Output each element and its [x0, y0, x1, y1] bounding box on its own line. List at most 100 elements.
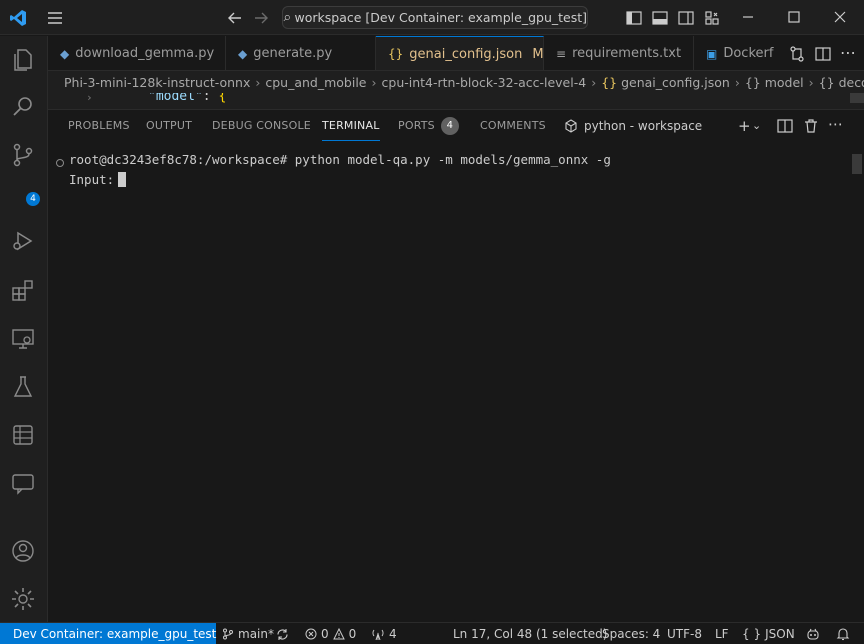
breadcrumb-item[interactable]: cpu_and_mobile — [265, 75, 366, 90]
text-file-icon: ≡ — [556, 46, 567, 61]
command-center-search[interactable]: workspace [Dev Container: example_gpu_te… — [282, 6, 588, 29]
toggle-panel-icon[interactable] — [651, 9, 669, 27]
cursor-position[interactable]: Ln 17, Col 48 (1 selected) — [453, 623, 607, 644]
toggle-secondary-sidebar-icon[interactable] — [677, 9, 695, 27]
tab-ports[interactable]: PORTS 4 — [398, 110, 459, 142]
containers-icon[interactable] — [10, 422, 36, 448]
indentation[interactable]: Spaces: 4 — [602, 623, 660, 644]
language-mode[interactable]: { } JSON — [742, 623, 795, 644]
run-and-debug-icon[interactable] — [10, 228, 36, 254]
forward-arrow-icon[interactable] — [252, 9, 270, 27]
editor-tabs: ◆ download_gemma.py ◆ generate.py {} gen… — [48, 36, 864, 71]
terminal-scrollbar[interactable] — [852, 154, 862, 174]
extensions-icon[interactable] — [10, 278, 36, 304]
tab-ports-label: PORTS — [398, 119, 435, 132]
tab-terminal[interactable]: TERMINAL — [322, 111, 380, 141]
toggle-primary-sidebar-icon[interactable] — [625, 9, 643, 27]
fold-chevron-icon[interactable]: › — [86, 93, 93, 104]
hamburger-menu-icon[interactable] — [46, 9, 64, 27]
modified-indicator: M — [532, 46, 544, 62]
tab-problems[interactable]: PROBLEMS — [68, 110, 130, 142]
problems-indicator[interactable]: 0 0 — [305, 623, 356, 644]
git-branch-icon — [223, 628, 233, 640]
tab-dockerfile[interactable]: ▣ Dockerf — [694, 36, 794, 70]
chat-icon[interactable] — [10, 470, 36, 496]
tab-generate[interactable]: ◆ generate.py — [226, 36, 376, 70]
tab-requirements[interactable]: ≡ requirements.txt — [544, 36, 694, 70]
minimap[interactable] — [850, 93, 864, 103]
radio-tower-icon — [372, 629, 384, 640]
close-window-icon[interactable] — [830, 7, 850, 27]
terminal-cube-icon — [565, 119, 577, 133]
search-icon[interactable] — [10, 94, 36, 120]
editor-area[interactable]: › "model": { — [48, 93, 864, 109]
tab-comments[interactable]: COMMENTS — [480, 110, 546, 142]
terminal-prompt: Input: — [69, 172, 115, 187]
tab-output[interactable]: OUTPUT — [146, 110, 192, 142]
remote-indicator[interactable]: Dev Container: example_gpu_test — [0, 623, 216, 644]
accounts-icon[interactable] — [10, 538, 36, 564]
chevron-right-icon: › — [734, 74, 740, 90]
trash-icon[interactable] — [802, 117, 820, 135]
breadcrumb-item[interactable]: model — [765, 75, 804, 90]
chevron-right-icon: › — [255, 74, 261, 90]
status-bar: Dev Container: example_gpu_test main* 0 … — [0, 622, 864, 644]
split-editor-icon[interactable] — [814, 45, 832, 63]
more-actions-icon[interactable]: ⋯ — [828, 115, 843, 133]
end-of-line[interactable]: LF — [715, 623, 729, 644]
manage-gear-icon[interactable] — [10, 586, 36, 612]
terminal-selector[interactable]: python - workspace — [564, 117, 702, 135]
language-label: JSON — [765, 627, 795, 641]
terminal-output[interactable]: root@dc3243ef8c78:/workspace# python mod… — [48, 150, 864, 620]
more-actions-icon[interactable]: ⋯ — [840, 43, 856, 62]
encoding[interactable]: UTF-8 — [667, 623, 702, 644]
error-icon — [305, 628, 317, 640]
terminal-cursor — [118, 172, 127, 187]
notifications-bell-icon[interactable] — [836, 627, 850, 641]
remote-explorer-icon[interactable] — [10, 326, 36, 352]
tab-label: genai_config.json — [409, 46, 523, 62]
source-control-icon[interactable] — [10, 142, 36, 168]
chevron-down-icon[interactable]: ⌄ — [752, 116, 761, 136]
back-arrow-icon[interactable] — [226, 9, 244, 27]
tab-debug-console[interactable]: DEBUG CONSOLE — [212, 110, 311, 142]
minimize-icon[interactable] — [738, 7, 758, 27]
breadcrumb-item[interactable]: cpu-int4-rtn-block-32-acc-level-4 — [382, 75, 587, 90]
remote-label: Dev Container: example_gpu_test — [13, 627, 217, 641]
tab-genai-config[interactable]: {} genai_config.json M ✕ — [376, 36, 566, 70]
terminal-line-input: Input: — [69, 172, 127, 187]
breadcrumb: Phi-3-mini-128k-instruct-onnx › cpu_and_… — [48, 71, 864, 93]
code-line: "model": { — [148, 93, 226, 104]
split-terminal-icon[interactable] — [776, 117, 794, 135]
json-braces-icon: { } — [742, 627, 762, 641]
json-file-icon: {} — [601, 74, 618, 90]
terminal-name: python - workspace — [584, 119, 703, 133]
chevron-right-icon: › — [591, 74, 597, 90]
explorer-icon[interactable] — [10, 46, 36, 72]
command-decoration-icon — [56, 159, 64, 167]
sync-indicator[interactable] — [276, 623, 289, 644]
warning-count: 0 — [348, 627, 357, 641]
branch-indicator[interactable]: main* — [222, 623, 274, 644]
ports-indicator[interactable]: 4 — [371, 623, 397, 644]
command-center-label: workspace [Dev Container: example_gpu_te… — [294, 10, 587, 25]
tab-download-gemma[interactable]: ◆ download_gemma.py — [48, 36, 226, 70]
breadcrumb-item[interactable]: Phi-3-mini-128k-instruct-onnx — [64, 75, 250, 90]
sync-icon — [277, 628, 288, 640]
testing-flask-icon[interactable] — [10, 374, 36, 400]
docker-file-icon: ▣ — [706, 46, 718, 61]
json-brace: { — [218, 93, 227, 104]
breadcrumb-item[interactable]: decoder — [839, 75, 864, 90]
branch-label: main* — [238, 627, 274, 641]
python-file-icon: ◆ — [238, 46, 248, 61]
compare-changes-icon[interactable] — [788, 45, 806, 63]
ports-count: 4 — [389, 627, 397, 641]
chevron-right-icon: › — [808, 74, 814, 90]
error-count: 0 — [321, 627, 329, 641]
ports-count-badge: 4 — [440, 117, 459, 135]
customize-layout-icon[interactable] — [703, 9, 721, 27]
maximize-icon[interactable] — [784, 7, 804, 27]
copilot-icon[interactable] — [806, 627, 820, 641]
breadcrumb-item[interactable]: genai_config.json — [621, 75, 730, 90]
search-icon — [283, 14, 290, 21]
